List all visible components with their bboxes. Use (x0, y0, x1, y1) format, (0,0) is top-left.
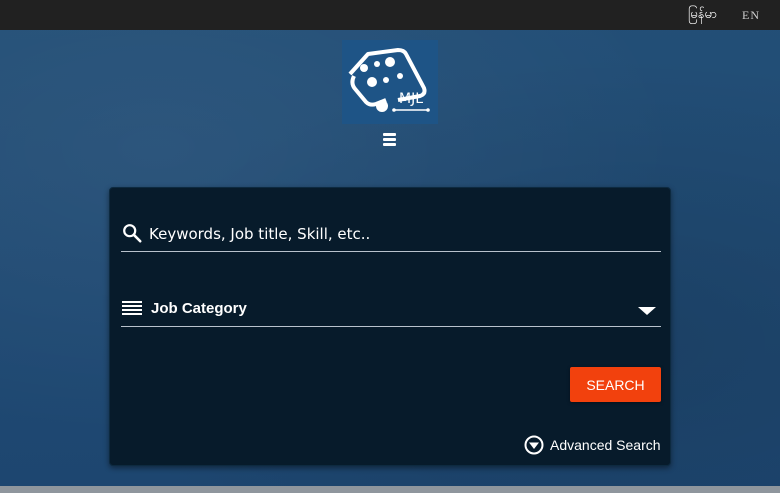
chevron-down-icon (638, 307, 656, 315)
advanced-search-label: Advanced Search (550, 437, 661, 453)
chevron-circle-down-icon (524, 435, 544, 455)
keyword-search-field (121, 218, 661, 252)
keyword-input[interactable] (149, 220, 654, 248)
top-bar: မြန်မာ EN (0, 0, 780, 30)
job-category-label: Job Category (151, 300, 247, 317)
bottom-divider (0, 486, 780, 493)
language-myanmar-link[interactable]: မြန်မာ (688, 6, 717, 25)
search-button[interactable]: SEARCH (570, 367, 661, 402)
search-icon (123, 224, 142, 243)
hamburger-icon[interactable] (381, 132, 399, 148)
job-category-select[interactable]: Job Category (121, 294, 661, 327)
job-search-card: Job Category SEARCH Advanced Search (109, 187, 671, 466)
logo-graphic: MJL (342, 40, 438, 124)
language-english-link[interactable]: EN (742, 8, 760, 23)
list-icon (122, 301, 142, 315)
logo-text: MJL (399, 91, 423, 107)
site-logo[interactable]: MJL (342, 40, 438, 124)
